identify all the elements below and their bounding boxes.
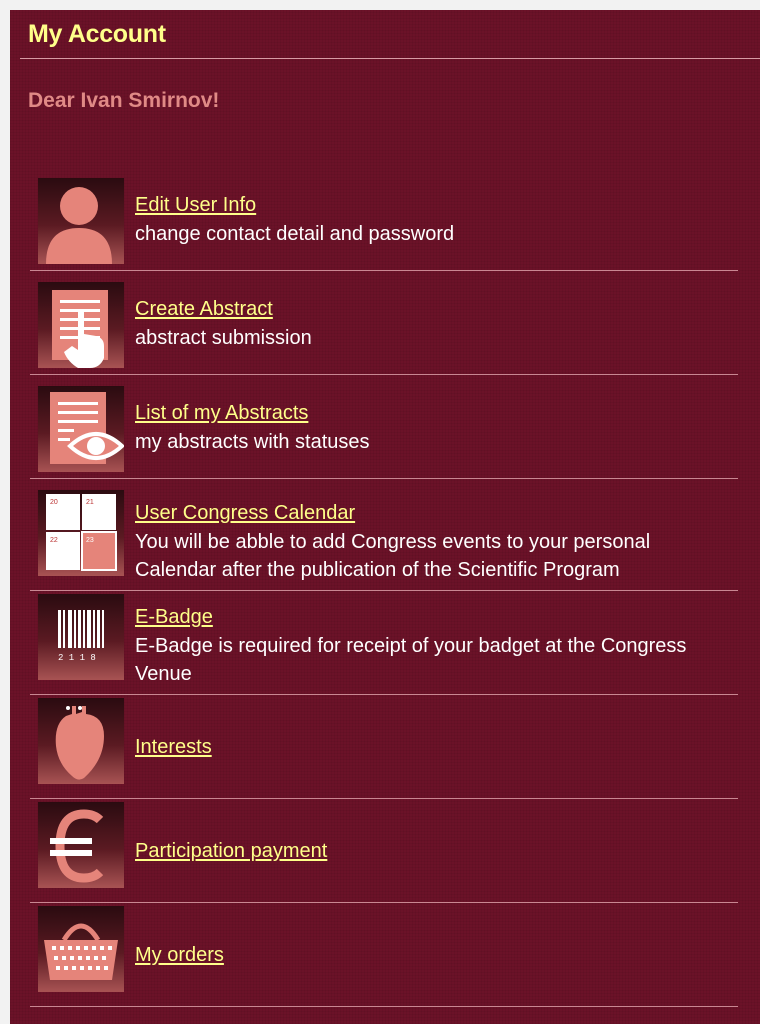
barcode-number: 2 1 1 8 xyxy=(58,653,96,663)
edit-user-info-link[interactable]: Edit User Info xyxy=(135,194,256,217)
participation-payment-link[interactable]: Participation payment xyxy=(135,840,327,863)
calendar-day-22: 22 xyxy=(50,537,58,544)
calendar-day-20: 20 xyxy=(50,499,58,506)
congress-calendar-link[interactable]: User Congress Calendar xyxy=(135,502,355,525)
greeting-text: Dear Ivan Smirnov! xyxy=(28,89,220,112)
page-title: My Account xyxy=(28,20,166,48)
create-abstract-link[interactable]: Create Abstract xyxy=(135,298,273,321)
barcode-icon: 2 1 1 8 xyxy=(38,594,124,680)
congress-calendar-description: You will be abble to add Congress events… xyxy=(135,531,651,581)
calendar-day-21: 21 xyxy=(86,499,94,506)
heart-icon xyxy=(38,698,124,784)
list-abstracts-link[interactable]: List of my Abstracts xyxy=(135,402,308,425)
separator xyxy=(30,798,738,799)
edit-user-info-description: change contact detail and password xyxy=(135,223,455,245)
my-orders-link[interactable]: My orders xyxy=(135,944,224,967)
e-badge-link[interactable]: E-Badge xyxy=(135,606,213,629)
separator xyxy=(30,694,738,695)
interests-link[interactable]: Interests xyxy=(135,736,212,759)
list-abstracts-description: my abstracts with statuses xyxy=(135,431,370,453)
e-badge-description: E-Badge is required for receipt of your … xyxy=(135,635,687,685)
separator xyxy=(30,590,738,591)
separator xyxy=(30,1006,738,1007)
document-touch-icon xyxy=(38,282,124,368)
separator xyxy=(30,478,738,479)
header-divider xyxy=(20,58,760,59)
euro-icon xyxy=(38,802,124,888)
calendar-day-23: 23 xyxy=(86,537,94,544)
create-abstract-description: abstract submission xyxy=(135,327,312,349)
separator xyxy=(30,270,738,271)
calendar-icon: 20 21 22 23 xyxy=(38,490,124,576)
user-icon xyxy=(38,178,124,264)
separator xyxy=(30,374,738,375)
basket-icon xyxy=(38,906,124,992)
account-panel: My Account Dear Ivan Smirnov! Edit User … xyxy=(10,10,760,1024)
separator xyxy=(30,902,738,903)
document-eye-icon xyxy=(38,386,124,472)
